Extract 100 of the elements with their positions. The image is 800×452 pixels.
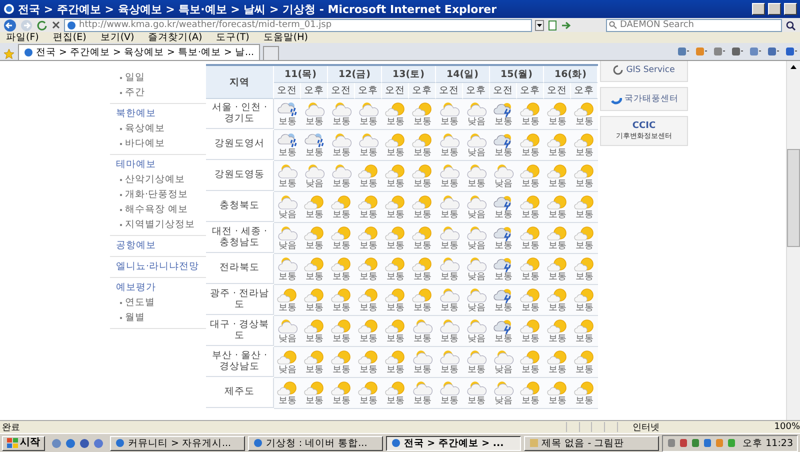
banner-link[interactable]: GIS Service (600, 61, 688, 82)
scrollbar[interactable] (786, 61, 800, 420)
forecast-level: 보통 (522, 397, 540, 406)
search-icon (609, 21, 617, 29)
sidebar-heading[interactable]: 엘니뇨·라니냐전망 (110, 260, 206, 273)
stop-icon[interactable] (51, 20, 61, 30)
forecast-level: 보통 (360, 211, 378, 220)
globe-icon[interactable] (65, 438, 76, 448)
forecast-level: 보통 (548, 273, 566, 282)
forecast-level: 낮음 (306, 180, 324, 189)
scrollbar-thumb[interactable] (787, 149, 800, 247)
minimize-button[interactable] (752, 3, 765, 15)
forecast-level: 낮음 (468, 242, 486, 251)
menu-item[interactable]: 파일(F) (6, 31, 39, 44)
menu-item[interactable]: 도움말(H) (263, 31, 308, 44)
forecast-level: 보통 (576, 366, 594, 375)
zoom-control[interactable]: 100% (774, 422, 800, 432)
start-button[interactable]: 시작 (2, 436, 45, 450)
window-title: 전국 > 주간예보 > 육상예보 > 특보·예보 > 날씨 > 기상청 - Microsoft Internet Explorer (18, 2, 498, 16)
forecast-level: 보통 (332, 211, 350, 220)
sidebar-heading[interactable]: 공항예보 (110, 239, 206, 252)
forecast-level: 보통 (414, 211, 432, 220)
forecast-level: 보통 (440, 149, 458, 158)
forecast-level: 보통 (306, 149, 324, 158)
column-header: 오전 (490, 83, 517, 99)
refresh-icon[interactable] (36, 19, 48, 31)
sidebar-link[interactable]: 개화·단풍정보 (110, 188, 206, 201)
maximize-button[interactable] (768, 3, 781, 15)
go-icon[interactable] (561, 20, 572, 30)
sidebar-link[interactable]: 육상예보 (110, 122, 206, 135)
forecast-level: 보통 (332, 118, 350, 127)
sidebar-link[interactable]: 산악기상예보 (110, 173, 206, 186)
forecast-level: 보통 (386, 304, 404, 313)
taskbar-button[interactable]: 커뮤니티 > 자유게시... (110, 436, 245, 450)
search-field[interactable]: DAEMON Search (606, 18, 782, 32)
sidebar-heading[interactable]: 북한예보 (110, 107, 206, 120)
forecast-level: 보통 (306, 118, 324, 127)
star-icon[interactable] (3, 48, 15, 60)
banner-link[interactable]: 국가태풍센터 (600, 87, 688, 111)
forecast-level: 보통 (440, 273, 458, 282)
sidebar-link[interactable]: 일일 (110, 71, 206, 84)
forecast-level: 보통 (548, 366, 566, 375)
forecast-level: 보통 (360, 273, 378, 282)
taskbar-button[interactable]: 기상청 : 네이버 통합... (248, 436, 383, 450)
forecast-level: 보통 (576, 304, 594, 313)
forecast-level: 보통 (414, 149, 432, 158)
menu-item[interactable]: 즐겨찾기(A) (148, 31, 202, 44)
forecast-level: 낮음 (468, 118, 486, 127)
forecast-level: 보통 (522, 304, 540, 313)
dropdown-icon[interactable] (535, 20, 544, 30)
menu-item[interactable]: 편집(E) (52, 31, 86, 44)
forecast-level: 보통 (414, 273, 432, 282)
sidebar-link[interactable]: 연도별 (110, 296, 206, 309)
sidebar-heading[interactable]: 테마예보 (110, 158, 206, 171)
forecast-level: 보통 (548, 149, 566, 158)
forecast-level: 보통 (360, 366, 378, 375)
back-icon[interactable] (3, 18, 17, 32)
sidebar-link[interactable]: 지역별기상정보 (110, 218, 206, 231)
address-field[interactable]: http://www.kma.go.kr/weather/forecast/mid-term_01.jsp (64, 18, 532, 32)
forecast-level: 보통 (414, 335, 432, 344)
ie-logo-icon (3, 3, 15, 15)
menu-item[interactable]: 보기(V) (100, 31, 134, 44)
forecast-level: 보통 (576, 118, 594, 127)
taskbar-button[interactable]: 제목 없음 - 그림판 (524, 436, 659, 450)
forecast-level: 보통 (440, 366, 458, 375)
forecast-level: 보통 (414, 118, 432, 127)
column-header: 15(월) (490, 66, 544, 83)
taskbar-button[interactable]: 전국 > 주간예보 > ... (386, 436, 521, 450)
forecast-level: 낮음 (494, 180, 512, 189)
column-header: 오전 (274, 83, 301, 99)
windows-logo-icon (7, 438, 18, 448)
search-icon[interactable] (785, 20, 797, 30)
document-icon[interactable] (547, 20, 558, 30)
forecast-level: 보통 (414, 304, 432, 313)
globe-icon (252, 438, 263, 448)
new-tab-button[interactable] (263, 46, 280, 60)
forecast-level: 보통 (548, 397, 566, 406)
forecast-level: 보통 (494, 211, 512, 220)
forecast-level: 보통 (494, 149, 512, 158)
forecast-level: 보통 (440, 118, 458, 127)
column-header: 11(목) (274, 66, 328, 83)
sidebar-link[interactable]: 월별 (110, 311, 206, 324)
sidebar-link[interactable]: 해수욕장 예보 (110, 203, 206, 216)
forecast-level: 보통 (306, 273, 324, 282)
rain-cloud-icon (304, 132, 326, 149)
sidebar-heading[interactable]: 예보평가 (110, 281, 206, 294)
sidebar-link[interactable]: 바다예보 (110, 137, 206, 150)
sidebar-link[interactable]: 주간 (110, 86, 206, 99)
forecast-level: 보통 (386, 335, 404, 344)
forecast-level: 보통 (548, 118, 566, 127)
globe-icon (24, 48, 33, 57)
forecast-level: 보통 (332, 397, 350, 406)
forecast-level: 보통 (332, 242, 350, 251)
forecast-level: 보통 (548, 304, 566, 313)
column-header: 오전 (544, 83, 571, 99)
browser-tab[interactable]: 전국 > 주간예보 > 육상예보 > 특보·예보 > 날... (18, 44, 260, 60)
forecast-level: 보통 (278, 397, 296, 406)
close-button[interactable] (784, 3, 797, 15)
forecast-level: 보통 (306, 397, 324, 406)
menu-item[interactable]: 도구(T) (216, 31, 250, 44)
